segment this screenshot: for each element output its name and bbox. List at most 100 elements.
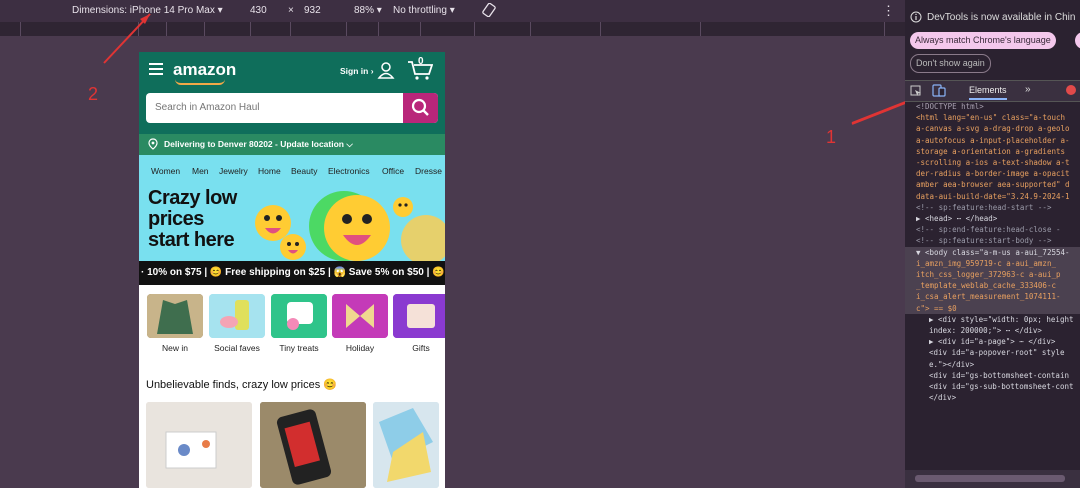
dom-tree-line[interactable]: ▶ <div style="width: 0px; height	[905, 314, 1080, 325]
delivery-location-bar[interactable]: Delivering to Denver 80202 - Update loca…	[139, 134, 445, 155]
phone-case-red-image	[260, 402, 366, 488]
error-icon[interactable]	[1066, 85, 1076, 95]
dom-tree-line[interactable]: data-aui-build-date="3.24.9-2024-1	[905, 191, 1080, 202]
category-nav: Women Men Jewelry Home Beauty Electronic…	[139, 155, 445, 185]
category-jewelry[interactable]: Jewelry	[219, 166, 248, 176]
dom-tree-line[interactable]: i_amzn_img_959719-c a-aui_amzn_	[905, 257, 1080, 270]
horizontal-scrollbar[interactable]	[905, 470, 1080, 488]
sign-in-link[interactable]: Sign in ›	[340, 66, 374, 76]
category-electronics[interactable]: Electronics	[328, 166, 370, 176]
tile-tiny-treats[interactable]	[271, 294, 327, 338]
tile-label-new-in: New in	[162, 343, 188, 353]
tile-gifts[interactable]	[393, 294, 445, 338]
amazon-header: amazon Sign in › 0	[139, 52, 445, 90]
category-women[interactable]: Women	[151, 166, 180, 176]
delivery-location-text: Delivering to Denver 80202 - Update loca…	[164, 139, 353, 149]
hero-line-1: Crazy low	[148, 187, 237, 209]
dont-show-again-button[interactable]: Don't show again	[910, 54, 991, 73]
tile-label-gifts: Gifts	[412, 343, 430, 353]
dom-tree-line[interactable]: a-autofocus a-input-placeholder a-	[905, 135, 1080, 146]
hero-banner[interactable]: Crazy low prices start here	[139, 185, 445, 261]
search-bar	[139, 90, 445, 134]
dom-tree-line[interactable]: <!-- sp:feature:start-body -->	[905, 235, 1080, 246]
promo-ticker: · 10% on $75 | 😊 Free shipping on $25 | …	[139, 261, 445, 285]
dom-tree-line[interactable]: c"> == $0	[905, 302, 1080, 314]
category-men[interactable]: Men	[192, 166, 209, 176]
tile-new-in[interactable]	[147, 294, 203, 338]
devtools-tab-bar: Elements »	[905, 80, 1080, 102]
tab-elements[interactable]: Elements	[969, 85, 1007, 100]
gift-box-image	[393, 294, 445, 338]
product-card-3[interactable]	[373, 402, 439, 488]
dom-tree-line[interactable]: <!-- sp:end-feature:head-close -	[905, 224, 1080, 235]
search-input[interactable]	[153, 101, 397, 114]
dom-tree-line[interactable]: <div id="gs-bottomsheet-contain	[905, 370, 1080, 381]
product-card-1[interactable]	[146, 402, 252, 488]
device-toggle-icon[interactable]	[932, 84, 946, 97]
search-button[interactable]	[403, 93, 438, 123]
dom-tree-line[interactable]: a-canvas a-svg a-drag-drop a-geolo	[905, 123, 1080, 134]
dom-tree-line[interactable]: index: 200000;"> ⋯ </div>	[905, 325, 1080, 336]
tile-label-holiday: Holiday	[345, 343, 375, 353]
tile-label-tiny-treats: Tiny treats	[279, 343, 319, 353]
hero-line-3: start here	[148, 229, 235, 251]
product-card-2[interactable]	[260, 402, 366, 488]
menu-icon[interactable]	[149, 63, 163, 78]
dom-tree-line[interactable]: <html lang="en-us" class="a-touch	[905, 112, 1080, 123]
annotation-arrows	[103, 13, 905, 125]
dom-tree-line[interactable]: <!-- sp:feature:head-start -->	[905, 202, 1080, 213]
dom-tree-line[interactable]: ▼ <body class="a-m-us a-aui_72554-	[905, 246, 1080, 258]
dom-tree-line[interactable]: storage a-orientation a-gradients	[905, 146, 1080, 157]
phone-screen: amazon Sign in › 0 Delivering to Denver …	[139, 52, 445, 488]
dom-tree-line[interactable]: </div>	[905, 392, 1080, 403]
annotation-label-1: 1	[826, 127, 837, 147]
promo-text: · 10% on $75 | 😊 Free shipping on $25 | …	[141, 267, 445, 278]
devtools-panel: DevTools is now available in Chin Always…	[905, 0, 1080, 488]
tile-social-faves[interactable]	[209, 294, 265, 338]
info-icon	[910, 11, 922, 23]
section-title: Unbelievable finds, crazy low prices 😊	[146, 379, 337, 391]
search-icon	[411, 98, 429, 116]
inspect-element-icon[interactable]	[910, 85, 922, 97]
dom-tree-line[interactable]: der-radius a-border-image a-opacit	[905, 168, 1080, 179]
dom-tree-line[interactable]: <div id="gs-sub-bottomsheet-cont	[905, 381, 1080, 392]
match-language-button-2[interactable]	[1075, 32, 1080, 49]
emoji-faces-illustration	[255, 195, 413, 261]
logo-smile	[175, 79, 225, 85]
annotation-label-2: 2	[88, 84, 99, 104]
tile-label-social-faves: Social faves	[214, 343, 260, 353]
dom-tree-line[interactable]: ▶ <head> ⋯ </head>	[905, 213, 1080, 224]
dom-tree-line[interactable]: <div id="a-popover-root" style	[905, 347, 1080, 358]
dom-tree-line[interactable]: -scrolling a-ios a-text-shadow a-t	[905, 157, 1080, 168]
paint-image	[373, 402, 439, 488]
category-office[interactable]: Office	[382, 166, 404, 176]
category-tiles: New in Social faves Tiny treats Holiday …	[139, 285, 445, 365]
category-home[interactable]: Home	[258, 166, 281, 176]
dom-tree-line[interactable]: _template_weblab_cache_333406-c	[905, 280, 1080, 292]
cart-count: 0	[418, 56, 424, 67]
mirror-image	[271, 294, 327, 338]
amazon-logo[interactable]: amazon	[173, 60, 236, 80]
scrollbar-thumb[interactable]	[915, 475, 1065, 482]
search-box	[146, 93, 438, 123]
dom-tree-line[interactable]: e."></div>	[905, 359, 1080, 370]
dom-tree-line[interactable]: i_csa_alert_measurement_1074111-	[905, 291, 1080, 303]
dom-tree-line[interactable]: amber aea-browser aea-supported" d	[905, 179, 1080, 190]
tile-holiday[interactable]	[332, 294, 388, 338]
phone-case-image	[209, 294, 265, 338]
elements-tree[interactable]: <!DOCTYPE html> <html lang="en-us" class=…	[905, 101, 1080, 471]
language-notice: DevTools is now available in Chin Always…	[905, 0, 1080, 78]
user-icon[interactable]	[377, 61, 395, 79]
more-tabs-icon[interactable]: »	[1025, 84, 1031, 95]
dom-tree-line[interactable]: ▶ <div id="a-page"> ⋯ </div>	[905, 336, 1080, 347]
category-dresses[interactable]: Dresse	[415, 166, 442, 176]
category-beauty[interactable]: Beauty	[291, 166, 317, 176]
match-language-button[interactable]: Always match Chrome's language	[910, 32, 1056, 49]
location-pin-icon	[148, 138, 158, 150]
jacket-image	[147, 294, 203, 338]
hero-line-2: prices	[148, 208, 204, 230]
dom-tree-line[interactable]: <!DOCTYPE html>	[905, 101, 1080, 112]
bow-image	[332, 294, 388, 338]
dom-tree-line[interactable]: itch_css_logger_372963-c a-aui_p	[905, 269, 1080, 281]
notice-text: DevTools is now available in Chin	[927, 12, 1076, 23]
